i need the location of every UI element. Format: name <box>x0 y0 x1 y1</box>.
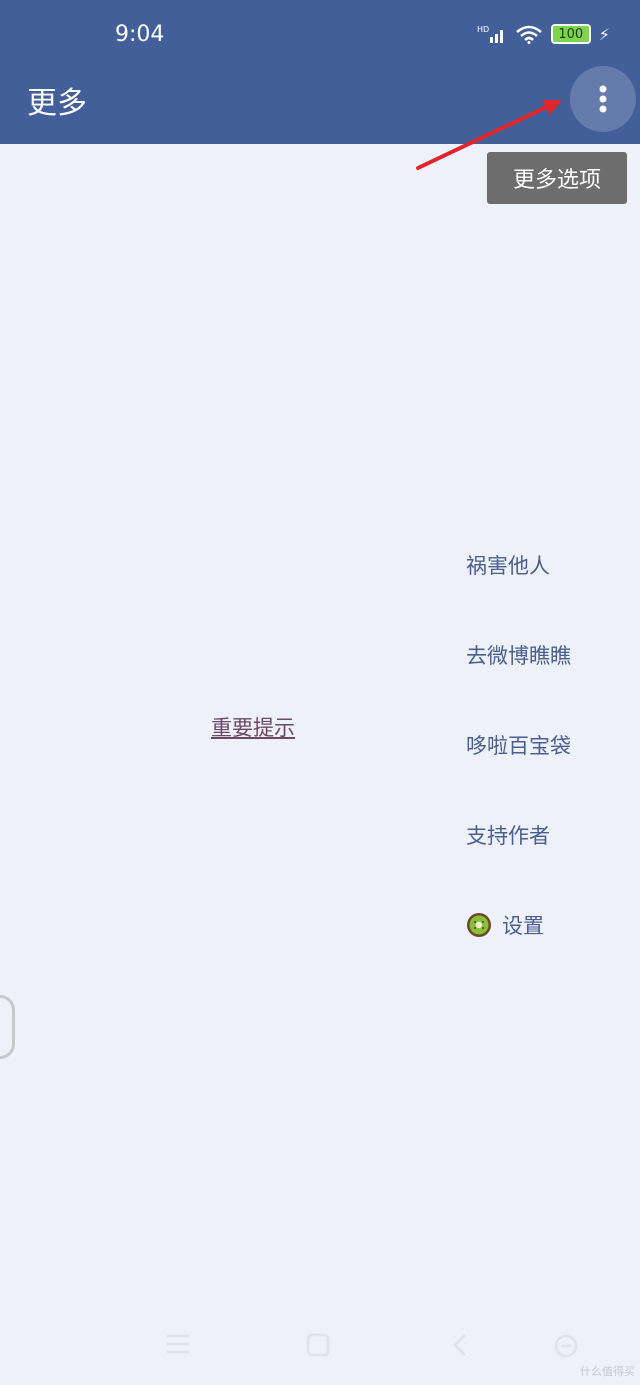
menu-item-label: 设置 <box>502 914 544 938</box>
back-nav-icon[interactable] <box>450 1332 470 1358</box>
kiwi-icon <box>467 913 491 937</box>
status-time: 9:04 <box>115 22 165 47</box>
svg-text:HD: HD <box>477 25 489 34</box>
more-options-tooltip: 更多选项 <box>486 152 627 204</box>
page-title: 更多 <box>27 86 87 121</box>
hd-signal-icon: HD <box>477 25 503 43</box>
battery-indicator: 100 <box>550 24 591 44</box>
important-notice-link[interactable]: 重要提示 <box>211 712 295 742</box>
assistant-nav-icon[interactable] <box>552 1332 580 1360</box>
menu-nav-icon[interactable] <box>165 1332 191 1356</box>
more-vert-icon <box>599 85 607 113</box>
more-options-button[interactable] <box>570 66 636 132</box>
menu-item-weibo[interactable]: 去微博瞧瞧 <box>466 610 636 700</box>
overflow-menu: 祸害他人 去微博瞧瞧 哆啦百宝袋 支持作者 设置 <box>466 520 636 970</box>
menu-item-doraemon-pocket[interactable]: 哆啦百宝袋 <box>466 700 636 790</box>
navigation-bar <box>0 1310 640 1385</box>
menu-item-label: 哆啦百宝袋 <box>466 734 571 758</box>
menu-item-support-author[interactable]: 支持作者 <box>466 790 636 880</box>
menu-item-label: 祸害他人 <box>466 554 550 578</box>
status-icons: HD 100 ⚡ <box>477 24 610 44</box>
status-bar: 9:04 HD 100 ⚡ <box>0 0 640 72</box>
menu-item-harm-others[interactable]: 祸害他人 <box>466 520 636 610</box>
menu-item-settings[interactable]: 设置 <box>466 880 636 970</box>
wifi-icon <box>515 25 542 44</box>
menu-item-label: 去微博瞧瞧 <box>466 644 571 668</box>
watermark: 什么值得买 <box>580 1365 635 1378</box>
home-nav-icon[interactable] <box>305 1332 331 1358</box>
edge-drag-handle[interactable] <box>0 995 15 1059</box>
menu-item-label: 支持作者 <box>466 824 550 848</box>
charging-icon: ⚡ <box>598 24 610 44</box>
